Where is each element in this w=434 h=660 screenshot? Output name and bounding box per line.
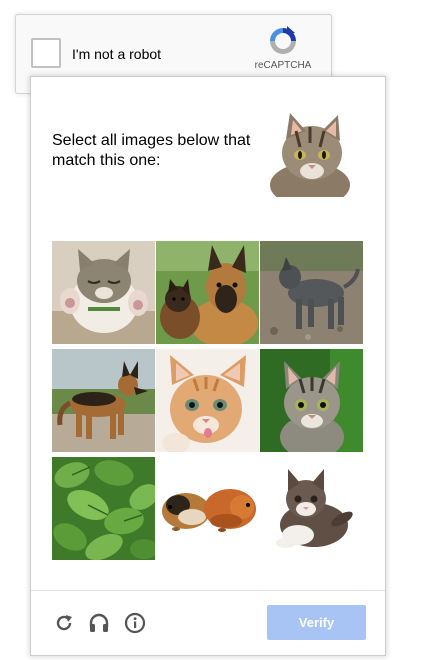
challenge-prompt: Select all images below that match this … — [52, 132, 251, 169]
image-grid — [52, 241, 364, 563]
footer-divider — [31, 590, 385, 591]
reload-icon[interactable] — [53, 612, 75, 634]
image-tile-4[interactable] — [52, 349, 155, 452]
image-tile-2[interactable] — [156, 241, 259, 344]
image-tile-8[interactable] — [156, 457, 259, 560]
checkbox-label: I'm not a robot — [72, 46, 162, 62]
recaptcha-brand-text: reCAPTCHA — [254, 60, 312, 71]
image-tile-6[interactable] — [260, 349, 363, 452]
image-tile-3[interactable] — [260, 241, 363, 344]
image-tile-5[interactable] — [156, 349, 259, 452]
image-tile-1[interactable] — [52, 241, 155, 344]
image-tile-9[interactable] — [260, 457, 363, 560]
not-a-robot-checkbox[interactable] — [31, 38, 61, 68]
headphones-icon[interactable] — [88, 612, 110, 634]
recaptcha-logo: reCAPTCHA — [248, 25, 318, 71]
image-tile-7[interactable] — [52, 457, 155, 560]
sample-image-tabby-cat — [266, 107, 354, 207]
verify-button[interactable]: Verify — [267, 605, 366, 640]
recaptcha-logo-icon — [270, 26, 296, 54]
info-icon[interactable] — [124, 612, 146, 634]
image-challenge-panel: Select all images below that match this … — [30, 76, 386, 656]
